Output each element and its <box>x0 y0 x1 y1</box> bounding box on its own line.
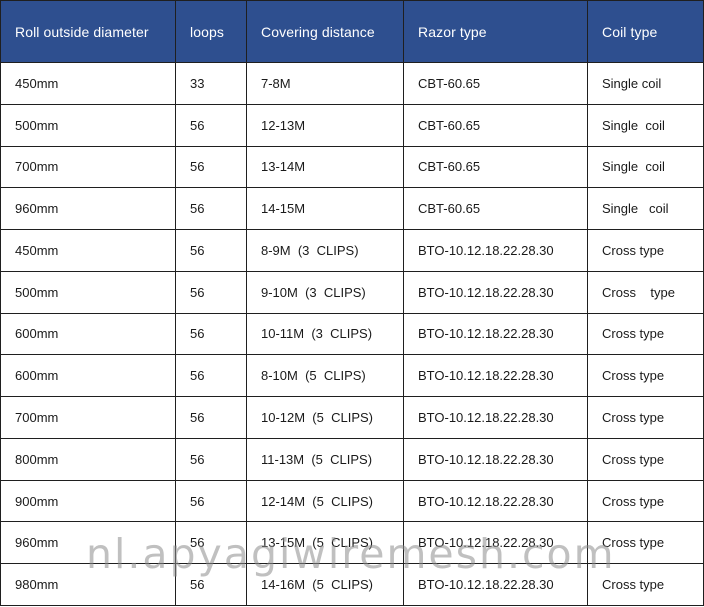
cell-razor-type: BTO-10.12.18.22.28.30 <box>403 479 588 523</box>
table-row: 600mm 56 10-11M (3 CLIPS) BTO-10.12.18.22.2… <box>0 312 704 356</box>
cell-diameter: 800mm <box>0 437 176 481</box>
table-row: 980mm 56 14-16M (5 CLIPS) BTO-10.12.18.22.2… <box>0 563 704 606</box>
cell-coil-type: Cross type <box>587 354 704 398</box>
cell-razor-type: CBT-60.65 <box>403 103 588 147</box>
table-row: 960mm 56 13-15M (5 CLIPS) BTO-10.12.18.22.2… <box>0 521 704 565</box>
cell-diameter: 700mm <box>0 145 176 189</box>
cell-diameter: 960mm <box>0 521 176 565</box>
table-row: 700mm 56 10-12M (5 CLIPS) BTO-10.12.18.22.2… <box>0 396 704 439</box>
cell-razor-type: BTO-10.12.18.22.28.30 <box>403 521 588 565</box>
cell-razor-type: BTO-10.12.18.22.28.30 <box>403 563 588 606</box>
cell-covering-distance: 13-15M (5 CLIPS) <box>246 521 404 565</box>
cell-covering-distance: 14-15M <box>246 187 404 231</box>
cell-coil-type: Cross type <box>587 270 704 314</box>
cell-diameter: 700mm <box>0 396 176 439</box>
cell-coil-type: Cross type <box>587 479 704 523</box>
cell-covering-distance: 7-8M <box>246 62 404 105</box>
cell-diameter: 450mm <box>0 62 176 105</box>
table-row: 450mm 56 8-9M (3 CLIPS) BTO-10.12.18.22.28.… <box>0 229 704 272</box>
cell-loops: 56 <box>175 396 247 439</box>
header-roll-outside-diameter: Roll outside diameter <box>0 0 176 63</box>
cell-razor-type: BTO-10.12.18.22.28.30 <box>403 229 588 272</box>
cell-razor-type: BTO-10.12.18.22.28.30 <box>403 354 588 398</box>
cell-covering-distance: 11-13M (5 CLIPS) <box>246 437 404 481</box>
cell-loops: 56 <box>175 270 247 314</box>
cell-coil-type: Cross type <box>587 396 704 439</box>
cell-covering-distance: 9-10M (3 CLIPS) <box>246 270 404 314</box>
spec-table: Roll outside diameter loops Covering dis… <box>0 0 704 606</box>
cell-covering-distance: 8-9M (3 CLIPS) <box>246 229 404 272</box>
table-row: 450mm 33 7-8M CBT-60.65 Single coil <box>0 62 704 105</box>
cell-loops: 56 <box>175 437 247 481</box>
cell-coil-type: Single coil <box>587 187 704 231</box>
header-row: Roll outside diameter loops Covering dis… <box>0 0 704 63</box>
header-coil-type: Coil type <box>587 0 704 63</box>
cell-diameter: 900mm <box>0 479 176 523</box>
header-covering-distance: Covering distance <box>246 0 404 63</box>
cell-diameter: 500mm <box>0 103 176 147</box>
cell-coil-type: Cross type <box>587 563 704 606</box>
cell-coil-type: Single coil <box>587 62 704 105</box>
cell-diameter: 600mm <box>0 354 176 398</box>
cell-razor-type: BTO-10.12.18.22.28.30 <box>403 396 588 439</box>
cell-covering-distance: 8-10M (5 CLIPS) <box>246 354 404 398</box>
cell-coil-type: Cross type <box>587 521 704 565</box>
cell-diameter: 450mm <box>0 229 176 272</box>
cell-coil-type: Single coil <box>587 145 704 189</box>
cell-covering-distance: 12-14M (5 CLIPS) <box>246 479 404 523</box>
cell-covering-distance: 10-12M (5 CLIPS) <box>246 396 404 439</box>
cell-covering-distance: 12-13M <box>246 103 404 147</box>
cell-razor-type: CBT-60.65 <box>403 62 588 105</box>
cell-razor-type: BTO-10.12.18.22.28.30 <box>403 270 588 314</box>
cell-loops: 56 <box>175 229 247 272</box>
cell-loops: 56 <box>175 103 247 147</box>
cell-covering-distance: 14-16M (5 CLIPS) <box>246 563 404 606</box>
table-row: 600mm 56 8-10M (5 CLIPS) BTO-10.12.18.22.28… <box>0 354 704 398</box>
header-razor-type: Razor type <box>403 0 588 63</box>
cell-razor-type: BTO-10.12.18.22.28.30 <box>403 312 588 356</box>
table-row: 500mm 56 12-13M CBT-60.65 Single coil <box>0 103 704 147</box>
cell-loops: 56 <box>175 354 247 398</box>
cell-loops: 56 <box>175 479 247 523</box>
cell-diameter: 500mm <box>0 270 176 314</box>
cell-loops: 56 <box>175 312 247 356</box>
table-row: 700mm 56 13-14M CBT-60.65 Single coil <box>0 145 704 189</box>
cell-covering-distance: 10-11M (3 CLIPS) <box>246 312 404 356</box>
cell-loops: 56 <box>175 187 247 231</box>
cell-loops: 56 <box>175 145 247 189</box>
table-row: 800mm 56 11-13M (5 CLIPS) BTO-10.12.18.22.2… <box>0 437 704 481</box>
table-body: 450mm 33 7-8M CBT-60.65 Single coil 500mm 56 12… <box>0 62 704 606</box>
cell-razor-type: BTO-10.12.18.22.28.30 <box>403 437 588 481</box>
cell-diameter: 600mm <box>0 312 176 356</box>
cell-diameter: 960mm <box>0 187 176 231</box>
table-row: 900mm 56 12-14M (5 CLIPS) BTO-10.12.18.22.2… <box>0 479 704 523</box>
cell-loops: 56 <box>175 521 247 565</box>
cell-razor-type: CBT-60.65 <box>403 145 588 189</box>
header-loops: loops <box>175 0 247 63</box>
cell-loops: 33 <box>175 62 247 105</box>
cell-razor-type: CBT-60.65 <box>403 187 588 231</box>
cell-diameter: 980mm <box>0 563 176 606</box>
table-row: 960mm 56 14-15M CBT-60.65 Single coil <box>0 187 704 231</box>
cell-covering-distance: 13-14M <box>246 145 404 189</box>
cell-loops: 56 <box>175 563 247 606</box>
cell-coil-type: Single coil <box>587 103 704 147</box>
cell-coil-type: Cross type <box>587 229 704 272</box>
table-row: 500mm 56 9-10M (3 CLIPS) BTO-10.12.18.22.28… <box>0 270 704 314</box>
cell-coil-type: Cross type <box>587 437 704 481</box>
cell-coil-type: Cross type <box>587 312 704 356</box>
